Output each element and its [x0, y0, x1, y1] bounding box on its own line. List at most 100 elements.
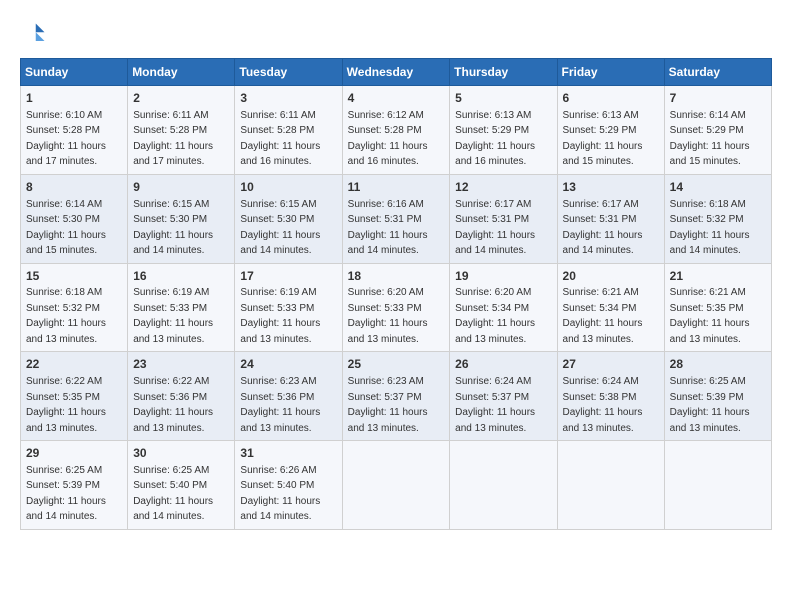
table-row: 23 Sunrise: 6:22 AMSunset: 5:36 PMDayligh…: [128, 352, 235, 441]
day-info: Sunrise: 6:23 AMSunset: 5:36 PMDaylight:…: [240, 376, 320, 434]
table-row: 9 Sunrise: 6:15 AMSunset: 5:30 PMDaylight…: [128, 174, 235, 263]
day-number: 27: [563, 356, 659, 373]
table-row: 20 Sunrise: 6:21 AMSunset: 5:34 PMDayligh…: [557, 263, 664, 352]
day-number: 3: [240, 90, 336, 107]
table-row: [664, 441, 771, 530]
day-number: 4: [348, 90, 445, 107]
day-number: 24: [240, 356, 336, 373]
logo: [20, 20, 52, 48]
day-number: 26: [455, 356, 551, 373]
header-friday: Friday: [557, 59, 664, 86]
header-wednesday: Wednesday: [342, 59, 450, 86]
day-number: 21: [670, 268, 766, 285]
day-info: Sunrise: 6:14 AMSunset: 5:30 PMDaylight:…: [26, 199, 106, 257]
header-sunday: Sunday: [21, 59, 128, 86]
day-info: Sunrise: 6:18 AMSunset: 5:32 PMDaylight:…: [26, 287, 106, 345]
table-row: 30 Sunrise: 6:25 AMSunset: 5:40 PMDayligh…: [128, 441, 235, 530]
day-info: Sunrise: 6:24 AMSunset: 5:37 PMDaylight:…: [455, 376, 535, 434]
day-number: 16: [133, 268, 229, 285]
table-row: 26 Sunrise: 6:24 AMSunset: 5:37 PMDayligh…: [450, 352, 557, 441]
day-info: Sunrise: 6:20 AMSunset: 5:34 PMDaylight:…: [455, 287, 535, 345]
day-info: Sunrise: 6:22 AMSunset: 5:35 PMDaylight:…: [26, 376, 106, 434]
day-info: Sunrise: 6:23 AMSunset: 5:37 PMDaylight:…: [348, 376, 428, 434]
day-info: Sunrise: 6:24 AMSunset: 5:38 PMDaylight:…: [563, 376, 643, 434]
day-number: 13: [563, 179, 659, 196]
day-info: Sunrise: 6:19 AMSunset: 5:33 PMDaylight:…: [240, 287, 320, 345]
day-info: Sunrise: 6:25 AMSunset: 5:40 PMDaylight:…: [133, 465, 213, 523]
table-row: 19 Sunrise: 6:20 AMSunset: 5:34 PMDayligh…: [450, 263, 557, 352]
calendar-table: Sunday Monday Tuesday Wednesday Thursday…: [20, 58, 772, 530]
day-number: 23: [133, 356, 229, 373]
table-row: [557, 441, 664, 530]
day-number: 5: [455, 90, 551, 107]
day-number: 8: [26, 179, 122, 196]
day-info: Sunrise: 6:22 AMSunset: 5:36 PMDaylight:…: [133, 376, 213, 434]
day-number: 15: [26, 268, 122, 285]
table-row: 13 Sunrise: 6:17 AMSunset: 5:31 PMDayligh…: [557, 174, 664, 263]
table-row: 27 Sunrise: 6:24 AMSunset: 5:38 PMDayligh…: [557, 352, 664, 441]
table-row: 16Sunrise: 6:19 AMSunset: 5:33 PMDayligh…: [128, 263, 235, 352]
table-row: 2 Sunrise: 6:11 AMSunset: 5:28 PMDaylight…: [128, 86, 235, 175]
day-info: Sunrise: 6:21 AMSunset: 5:34 PMDaylight:…: [563, 287, 643, 345]
table-row: 1 Sunrise: 6:10 AMSunset: 5:28 PMDaylight…: [21, 86, 128, 175]
day-info: Sunrise: 6:15 AMSunset: 5:30 PMDaylight:…: [133, 199, 213, 257]
day-number: 28: [670, 356, 766, 373]
table-row: 25 Sunrise: 6:23 AMSunset: 5:37 PMDayligh…: [342, 352, 450, 441]
day-number: 14: [670, 179, 766, 196]
table-row: 5 Sunrise: 6:13 AMSunset: 5:29 PMDaylight…: [450, 86, 557, 175]
table-row: 17 Sunrise: 6:19 AMSunset: 5:33 PMDayligh…: [235, 263, 342, 352]
day-number: 19: [455, 268, 551, 285]
day-info: Sunrise: 6:10 AMSunset: 5:28 PMDaylight:…: [26, 110, 106, 168]
table-row: 31Sunrise: 6:26 AMSunset: 5:40 PMDayligh…: [235, 441, 342, 530]
day-number: 6: [563, 90, 659, 107]
day-info: Sunrise: 6:11 AMSunset: 5:28 PMDaylight:…: [133, 110, 213, 168]
day-info: Sunrise: 6:18 AMSunset: 5:32 PMDaylight:…: [670, 199, 750, 257]
calendar-week-row: 1 Sunrise: 6:10 AMSunset: 5:28 PMDaylight…: [21, 86, 772, 175]
table-row: [450, 441, 557, 530]
table-row: 11Sunrise: 6:16 AMSunset: 5:31 PMDayligh…: [342, 174, 450, 263]
table-row: 12 Sunrise: 6:17 AMSunset: 5:31 PMDayligh…: [450, 174, 557, 263]
table-row: 24 Sunrise: 6:23 AMSunset: 5:36 PMDayligh…: [235, 352, 342, 441]
calendar-week-row: 22 Sunrise: 6:22 AMSunset: 5:35 PMDayligh…: [21, 352, 772, 441]
day-info: Sunrise: 6:21 AMSunset: 5:35 PMDaylight:…: [670, 287, 750, 345]
table-row: 14 Sunrise: 6:18 AMSunset: 5:32 PMDayligh…: [664, 174, 771, 263]
day-number: 25: [348, 356, 445, 373]
table-row: [342, 441, 450, 530]
day-number: 10: [240, 179, 336, 196]
day-number: 17: [240, 268, 336, 285]
calendar-week-row: 8 Sunrise: 6:14 AMSunset: 5:30 PMDaylight…: [21, 174, 772, 263]
day-info: Sunrise: 6:20 AMSunset: 5:33 PMDaylight:…: [348, 287, 428, 345]
page-header: [20, 20, 772, 48]
day-number: 1: [26, 90, 122, 107]
day-number: 20: [563, 268, 659, 285]
calendar-header-row: Sunday Monday Tuesday Wednesday Thursday…: [21, 59, 772, 86]
day-info: Sunrise: 6:14 AMSunset: 5:29 PMDaylight:…: [670, 110, 750, 168]
table-row: 3 Sunrise: 6:11 AMSunset: 5:28 PMDaylight…: [235, 86, 342, 175]
day-number: 12: [455, 179, 551, 196]
day-number: 22: [26, 356, 122, 373]
table-row: 8 Sunrise: 6:14 AMSunset: 5:30 PMDaylight…: [21, 174, 128, 263]
day-info: Sunrise: 6:11 AMSunset: 5:28 PMDaylight:…: [240, 110, 320, 168]
day-info: Sunrise: 6:17 AMSunset: 5:31 PMDaylight:…: [455, 199, 535, 257]
header-tuesday: Tuesday: [235, 59, 342, 86]
table-row: 28 Sunrise: 6:25 AMSunset: 5:39 PMDayligh…: [664, 352, 771, 441]
calendar-week-row: 29Sunrise: 6:25 AMSunset: 5:39 PMDayligh…: [21, 441, 772, 530]
table-row: 6Sunrise: 6:13 AMSunset: 5:29 PMDaylight…: [557, 86, 664, 175]
day-info: Sunrise: 6:25 AMSunset: 5:39 PMDaylight:…: [670, 376, 750, 434]
header-saturday: Saturday: [664, 59, 771, 86]
day-info: Sunrise: 6:25 AMSunset: 5:39 PMDaylight:…: [26, 465, 106, 523]
day-info: Sunrise: 6:12 AMSunset: 5:28 PMDaylight:…: [348, 110, 428, 168]
table-row: 29Sunrise: 6:25 AMSunset: 5:39 PMDayligh…: [21, 441, 128, 530]
day-info: Sunrise: 6:16 AMSunset: 5:31 PMDaylight:…: [348, 199, 428, 257]
logo-icon: [20, 20, 48, 48]
day-info: Sunrise: 6:17 AMSunset: 5:31 PMDaylight:…: [563, 199, 643, 257]
day-number: 30: [133, 445, 229, 462]
day-number: 18: [348, 268, 445, 285]
table-row: 7 Sunrise: 6:14 AMSunset: 5:29 PMDaylight…: [664, 86, 771, 175]
day-info: Sunrise: 6:13 AMSunset: 5:29 PMDaylight:…: [455, 110, 535, 168]
table-row: 15 Sunrise: 6:18 AMSunset: 5:32 PMDayligh…: [21, 263, 128, 352]
day-number: 2: [133, 90, 229, 107]
day-number: 7: [670, 90, 766, 107]
day-number: 9: [133, 179, 229, 196]
table-row: 18 Sunrise: 6:20 AMSunset: 5:33 PMDayligh…: [342, 263, 450, 352]
